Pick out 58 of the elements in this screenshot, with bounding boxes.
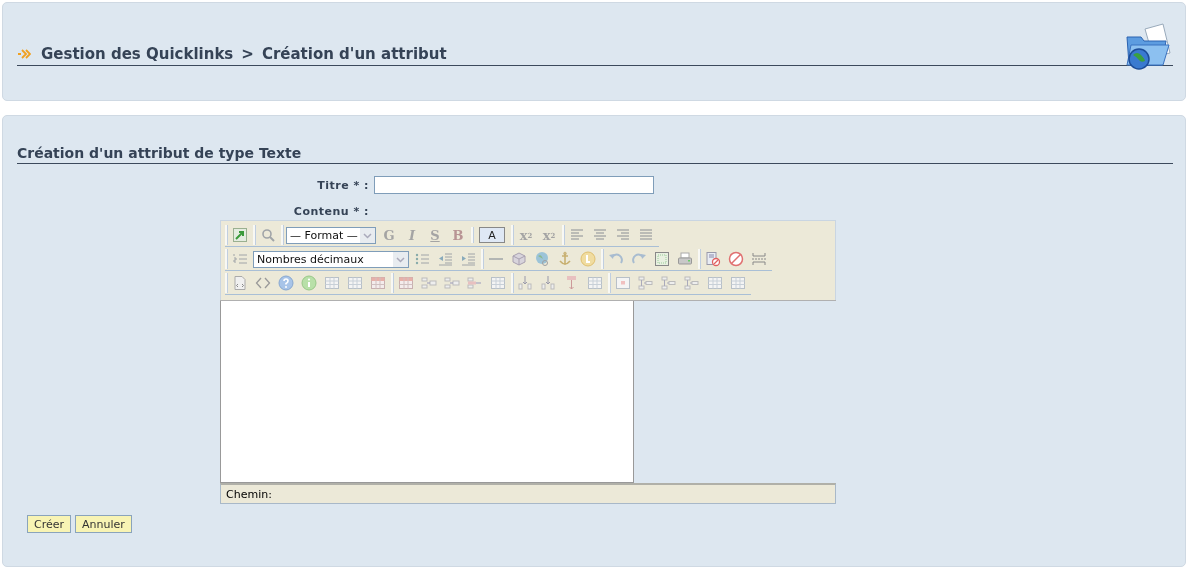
title-field[interactable] bbox=[374, 176, 654, 194]
text-editor-area[interactable] bbox=[220, 301, 634, 483]
column-insert-icon[interactable] bbox=[541, 275, 557, 291]
search-icon[interactable] bbox=[260, 227, 276, 243]
document-icon[interactable] bbox=[232, 275, 248, 291]
align-center-icon[interactable] bbox=[592, 227, 608, 243]
column-insert-icon[interactable] bbox=[518, 275, 534, 291]
table-icon[interactable] bbox=[587, 275, 603, 291]
chevron-icon bbox=[17, 48, 31, 60]
folder-globe-icon bbox=[1123, 23, 1173, 71]
table-icon[interactable] bbox=[398, 275, 414, 291]
circle-icon[interactable] bbox=[580, 251, 596, 267]
table-icon[interactable] bbox=[730, 275, 746, 291]
cell-split-icon[interactable] bbox=[661, 275, 677, 291]
dropdown[interactable]: — Format — bbox=[286, 226, 376, 244]
row-insert-icon[interactable] bbox=[421, 275, 437, 291]
page-break-icon[interactable] bbox=[751, 251, 767, 267]
field-label: Contenu * : bbox=[292, 204, 369, 218]
cell-split-icon[interactable] bbox=[638, 275, 654, 291]
table-icon[interactable] bbox=[370, 275, 386, 291]
help-icon[interactable] bbox=[278, 275, 294, 291]
caret-icon[interactable] bbox=[360, 227, 375, 243]
indent-icon[interactable] bbox=[460, 251, 476, 267]
path-label: Chemin: bbox=[226, 488, 272, 501]
cell-split-icon[interactable] bbox=[684, 275, 700, 291]
info-icon[interactable] bbox=[301, 275, 317, 291]
row-insert-icon[interactable] bbox=[444, 275, 460, 291]
create-button[interactable]: Créer bbox=[27, 515, 72, 533]
outdent-icon[interactable] bbox=[437, 251, 453, 267]
numbered-list-icon[interactable] bbox=[232, 251, 248, 267]
table-icon[interactable] bbox=[707, 275, 723, 291]
bullet-list-icon[interactable] bbox=[414, 251, 430, 267]
breadcrumb-separator: > bbox=[241, 45, 254, 63]
globe-icon[interactable] bbox=[534, 251, 550, 267]
grid-icon[interactable] bbox=[654, 251, 670, 267]
anchor-icon[interactable] bbox=[557, 251, 573, 267]
breadcrumb-current: Création d'un attribut bbox=[261, 45, 447, 63]
caret-icon[interactable] bbox=[393, 251, 408, 267]
text-color-button[interactable]: A bbox=[479, 227, 505, 243]
align-right-icon[interactable] bbox=[615, 227, 631, 243]
breadcrumb-link[interactable]: Gestion des Quicklinks bbox=[41, 45, 234, 63]
cell-icon[interactable] bbox=[615, 275, 631, 291]
paste-icon[interactable] bbox=[232, 227, 248, 243]
no-sign-icon[interactable] bbox=[728, 251, 744, 267]
document-icon[interactable] bbox=[705, 251, 721, 267]
table-icon[interactable] bbox=[490, 275, 506, 291]
printer-icon[interactable] bbox=[677, 251, 693, 267]
align-left-icon[interactable] bbox=[569, 227, 585, 243]
row-delete-icon[interactable] bbox=[467, 275, 483, 291]
cancel-button[interactable]: Annuler bbox=[75, 515, 132, 533]
table-icon[interactable] bbox=[324, 275, 340, 291]
justify-icon[interactable] bbox=[638, 227, 654, 243]
code-icon[interactable] bbox=[255, 275, 271, 291]
table-icon[interactable] bbox=[347, 275, 363, 291]
cube-icon[interactable] bbox=[511, 251, 527, 267]
field-label: Titre * : bbox=[316, 178, 369, 192]
dropdown[interactable]: Nombres décimaux bbox=[253, 250, 409, 268]
section-title: Création d'un attribut de type Texte bbox=[17, 145, 1173, 164]
